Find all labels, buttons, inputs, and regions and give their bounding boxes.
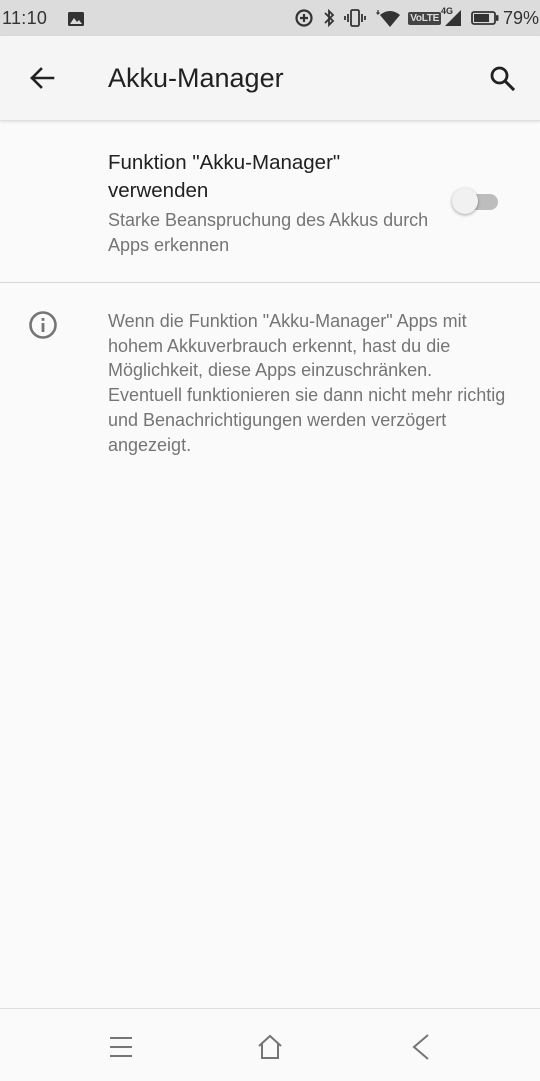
wifi-icon xyxy=(374,8,401,28)
battery-icon xyxy=(471,11,499,25)
back-button[interactable] xyxy=(24,60,60,96)
setting-summary: Starke Beanspruchung des Akkus durch App… xyxy=(108,210,429,255)
status-time: 11:10 xyxy=(2,8,48,28)
divider xyxy=(0,282,540,283)
app-bar: Akku-Manager xyxy=(0,36,540,121)
back-icon xyxy=(409,1033,431,1061)
arrow-back-icon xyxy=(29,66,55,90)
status-icons: VoLTE 4G 79% xyxy=(286,6,540,30)
setting-title: Funktion "Akku-Manager" verwenden xyxy=(108,151,341,202)
network-gen-label: 4G xyxy=(440,6,453,16)
home-button[interactable] xyxy=(252,1029,288,1065)
data-saver-icon xyxy=(294,8,314,28)
navigation-bar xyxy=(0,1008,540,1081)
status-bar: 11:10 VoLTE 4G 79% xyxy=(0,0,540,36)
home-icon xyxy=(256,1034,284,1060)
battery-percent: 79% xyxy=(502,7,539,28)
page-title: Akku-Manager xyxy=(108,63,284,93)
toggle-thumb xyxy=(452,188,478,214)
menu-icon xyxy=(109,1036,133,1058)
recents-button[interactable] xyxy=(103,1029,139,1065)
back-nav-button[interactable] xyxy=(402,1029,438,1065)
search-button[interactable] xyxy=(484,60,520,96)
info-icon xyxy=(28,310,58,340)
akku-manager-setting[interactable]: Funktion "Akku-Manager" verwenden Starke… xyxy=(0,121,540,282)
akku-manager-toggle[interactable] xyxy=(452,188,500,216)
signal-icon: 4G xyxy=(440,6,463,28)
vibrate-icon xyxy=(344,9,367,27)
info-text: Wenn die Funktion "Akku-Manager" Apps mi… xyxy=(108,311,506,455)
bluetooth-icon xyxy=(322,8,336,28)
search-icon xyxy=(489,65,515,91)
network-type-label: VoLTE xyxy=(408,11,441,25)
image-icon xyxy=(68,10,84,26)
